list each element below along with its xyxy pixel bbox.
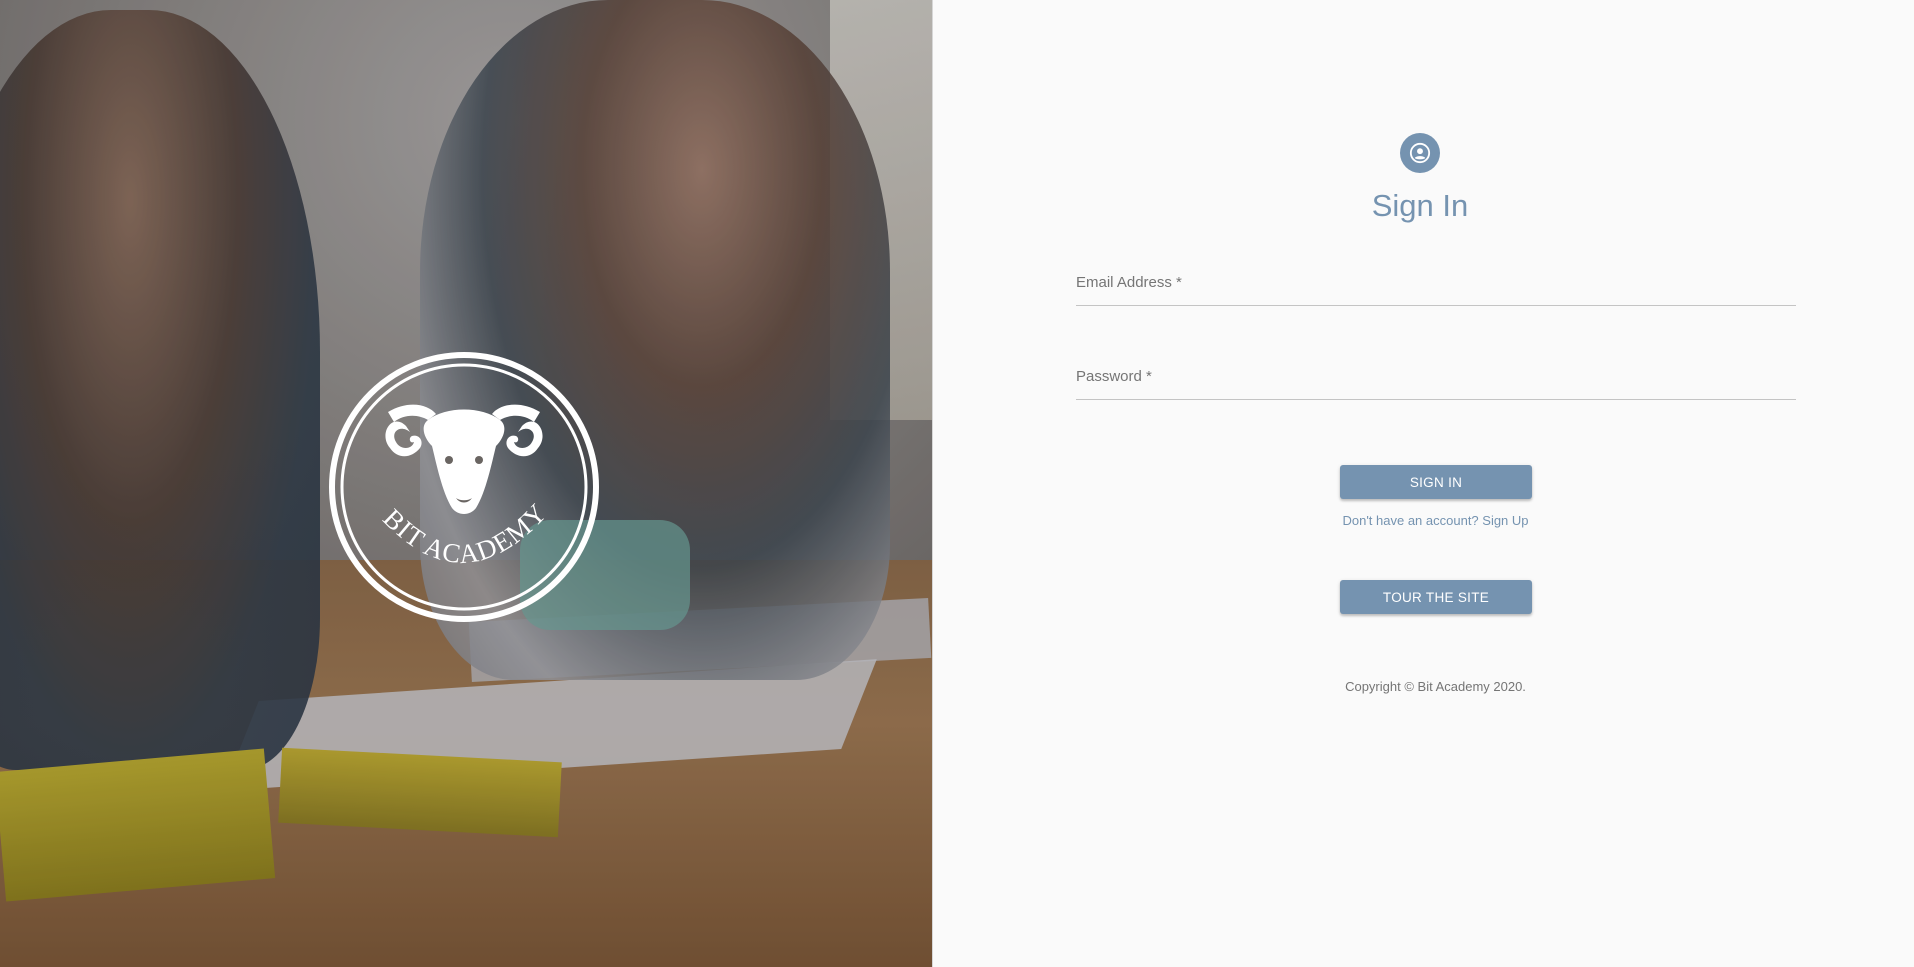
- sign-in-panel: Sign In Email Address * Password * SIGN …: [934, 0, 1914, 967]
- copyright-text: Copyright © Bit Academy 2020.: [1345, 679, 1526, 694]
- page-title: Sign In: [1371, 188, 1469, 223]
- account-circle-icon: [1400, 133, 1440, 173]
- email-field[interactable]: Email Address *: [1076, 258, 1796, 306]
- ram-head-icon: [385, 404, 543, 514]
- hero-image: BIT ACADEMY: [0, 0, 933, 967]
- sign-in-button[interactable]: SIGN IN: [1340, 465, 1532, 499]
- tour-site-button[interactable]: TOUR THE SITE: [1340, 580, 1532, 614]
- password-input[interactable]: [1076, 373, 1796, 399]
- email-input[interactable]: [1076, 279, 1796, 305]
- sign-up-link[interactable]: Don't have an account? Sign Up: [934, 513, 1914, 528]
- password-field[interactable]: Password *: [1076, 352, 1796, 400]
- bit-academy-logo: BIT ACADEMY: [329, 352, 599, 622]
